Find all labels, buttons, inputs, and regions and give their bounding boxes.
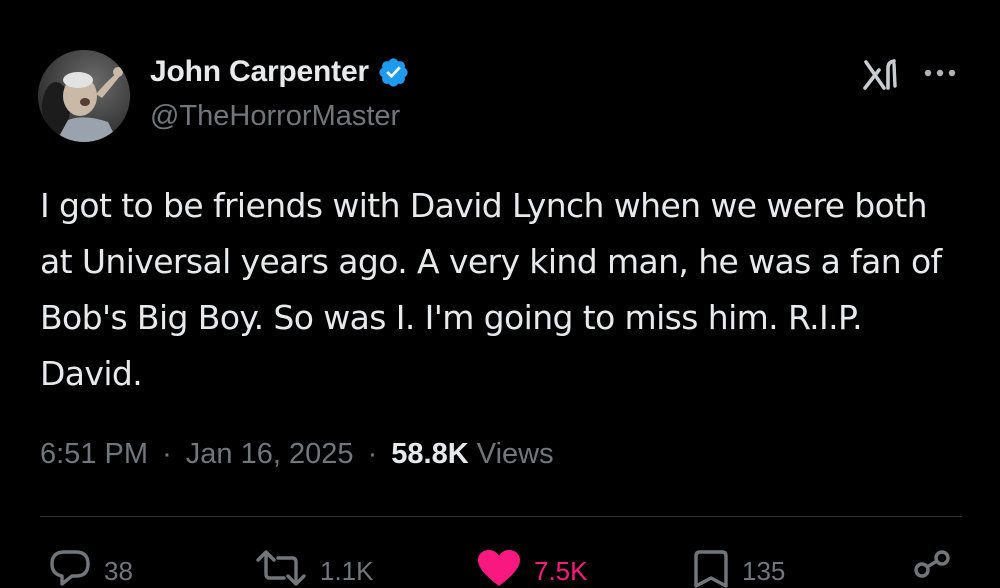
tweet-date[interactable]: Jan 16, 2025 [186, 438, 354, 470]
author-info: John Carpenter @TheHorrorMaster [150, 54, 410, 133]
bookmark-count: 135 [742, 556, 786, 586]
reply-count: 38 [104, 556, 133, 586]
repost-count: 1.1K [320, 556, 374, 586]
more-options-icon[interactable] [920, 66, 960, 78]
reply-button[interactable]: 38 [48, 548, 133, 588]
name-row: John Carpenter [150, 54, 410, 90]
tweet-text: I got to be friends with David Lynch whe… [40, 186, 942, 393]
meta-separator: · [367, 438, 378, 470]
action-bar: 38 1.1K 7.5K 135 [0, 540, 1000, 588]
grok-icon[interactable] [862, 58, 900, 92]
like-count: 7.5K [534, 556, 588, 586]
views-count[interactable]: 58.8K [391, 438, 468, 470]
author-display-name[interactable]: John Carpenter [150, 55, 369, 89]
tweet-metadata: 6:51 PM · Jan 16, 2025 · 58.8K Views [40, 438, 554, 471]
author-avatar[interactable] [38, 50, 130, 142]
avatar-photo-icon [38, 50, 130, 142]
repost-button[interactable]: 1.1K [254, 548, 374, 588]
views-label: Views [476, 438, 554, 470]
author-handle[interactable]: @TheHorrorMaster [150, 100, 410, 133]
bookmark-button[interactable]: 135 [692, 548, 785, 588]
meta-separator: · [162, 438, 172, 470]
tweet-card: John Carpenter @TheHorrorMaster I got to… [0, 0, 1000, 588]
like-button[interactable]: 7.5K [476, 548, 588, 588]
divider [40, 516, 962, 517]
verified-badge-icon[interactable] [377, 56, 410, 89]
heart-icon [478, 550, 520, 586]
reply-icon [50, 550, 90, 586]
repost-icon [256, 550, 306, 586]
tweet-time[interactable]: 6:51 PM [40, 438, 148, 470]
share-icon [914, 550, 950, 578]
share-button[interactable] [912, 548, 952, 588]
bookmark-icon [694, 550, 728, 588]
